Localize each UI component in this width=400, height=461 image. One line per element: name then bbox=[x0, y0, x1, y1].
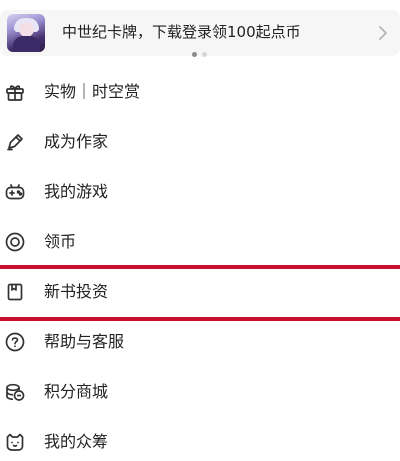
crowdfund-cat-icon bbox=[4, 431, 26, 453]
bookmark-icon bbox=[4, 281, 26, 303]
menu-item-label: 领币 bbox=[44, 232, 77, 251]
menu-item-label: 新书投资 bbox=[44, 282, 109, 301]
menu-item-become-author[interactable]: 成为作家 bbox=[0, 118, 400, 168]
highlight-line-bottom bbox=[0, 317, 400, 321]
promo-banner[interactable]: 中世纪卡牌，下载登录领100起点币 bbox=[0, 10, 400, 56]
menu-item-claim-coins[interactable]: 领币 bbox=[0, 218, 400, 268]
promo-banner-area: 中世纪卡牌，下载登录领100起点币 bbox=[0, 0, 400, 68]
help-icon bbox=[4, 331, 26, 353]
carousel-indicator bbox=[192, 52, 207, 57]
carousel-dot-active bbox=[192, 52, 197, 57]
gift-icon bbox=[4, 81, 26, 103]
coin-icon bbox=[4, 231, 26, 253]
menu-item-label: 我的众筹 bbox=[44, 432, 109, 451]
menu-item-new-book-investment[interactable]: 新书投资 bbox=[0, 268, 400, 318]
menu-item-label: 实物｜时空赏 bbox=[44, 82, 141, 101]
menu-item-help-support[interactable]: 帮助与客服 bbox=[0, 318, 400, 368]
menu-item-label: 成为作家 bbox=[44, 132, 109, 151]
menu-item-my-games[interactable]: 我的游戏 bbox=[0, 168, 400, 218]
chevron-right-icon bbox=[376, 24, 390, 42]
carousel-dot bbox=[202, 52, 207, 57]
menu-item-label: 我的游戏 bbox=[44, 182, 109, 201]
highlight-line-top bbox=[0, 265, 400, 269]
gamepad-icon bbox=[4, 181, 26, 203]
banner-text: 中世纪卡牌，下载登录领100起点币 bbox=[62, 23, 301, 41]
menu-item-physical-rewards[interactable]: 实物｜时空赏 bbox=[0, 68, 400, 118]
menu-item-my-crowdfunding[interactable]: 我的众筹 bbox=[0, 418, 400, 461]
menu-item-points-mall[interactable]: 积分商城 bbox=[0, 368, 400, 418]
account-menu-page: 中世纪卡牌，下载登录领100起点币 实物｜时空赏 成为作家 我的游戏 领币 新书… bbox=[0, 0, 400, 461]
menu-item-label: 积分商城 bbox=[44, 382, 109, 401]
banner-thumbnail bbox=[7, 14, 45, 52]
points-icon bbox=[4, 381, 26, 403]
pen-icon bbox=[4, 131, 26, 153]
menu-item-label: 帮助与客服 bbox=[44, 332, 125, 351]
